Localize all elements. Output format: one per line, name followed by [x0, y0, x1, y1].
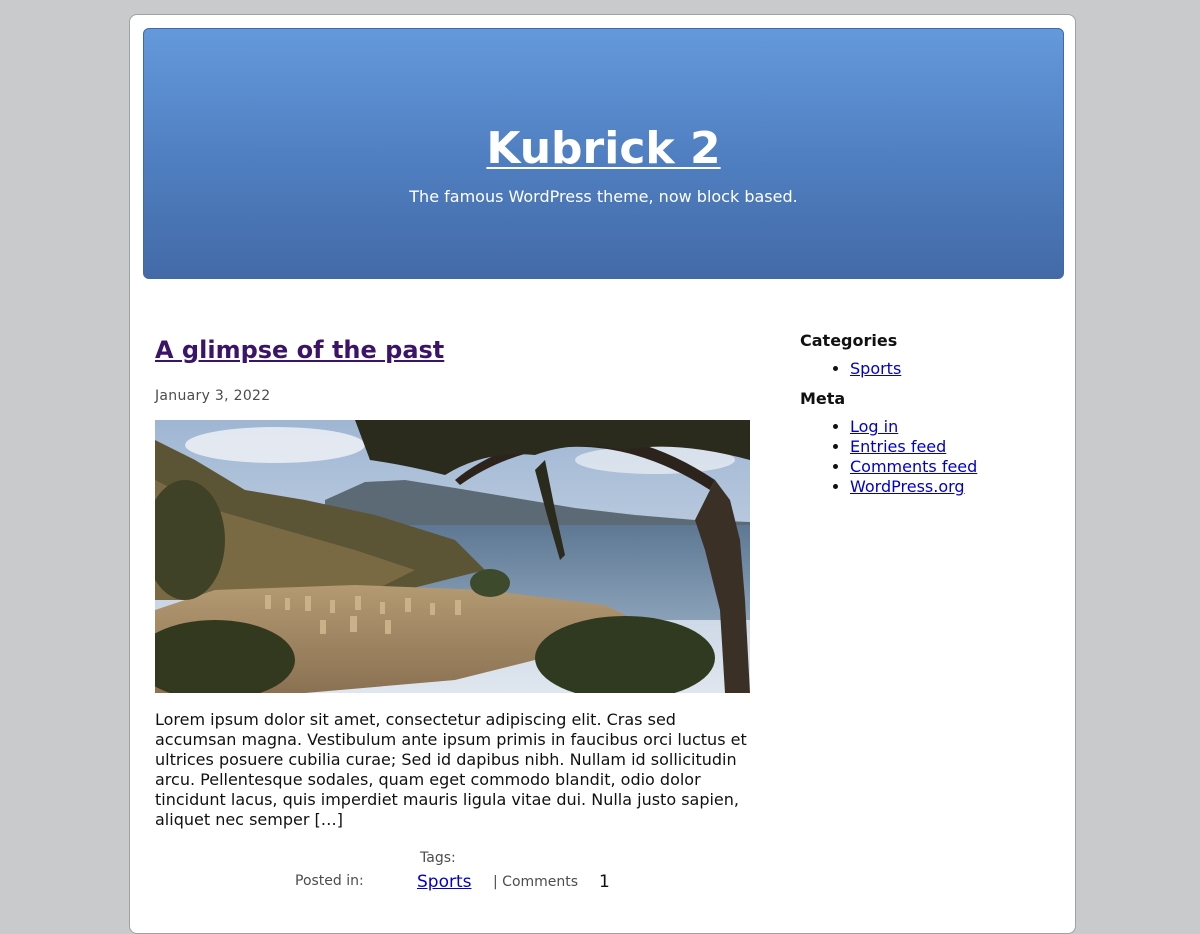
meta-link-wordpress-org[interactable]: WordPress.org: [850, 477, 965, 496]
site-header: Kubrick 2 The famous WordPress theme, no…: [143, 28, 1064, 279]
categories-widget-title: Categories: [800, 331, 898, 350]
meta-link-comments-feed[interactable]: Comments feed: [850, 457, 977, 476]
comments-label: | Comments: [493, 874, 579, 890]
featured-image[interactable]: [155, 420, 750, 693]
page-container: Kubrick 2 The famous WordPress theme, no…: [129, 14, 1076, 934]
meta-widget-title: Meta: [800, 389, 846, 408]
categories-list: Sports: [800, 359, 1060, 379]
featured-image-landscape: [155, 420, 750, 693]
site-title: Kubrick 2: [144, 127, 1063, 171]
list-item: WordPress.org: [850, 477, 1060, 497]
posted-in-label: Posted in:: [295, 873, 364, 889]
list-item: Sports: [850, 359, 1060, 379]
list-item: Entries feed: [850, 437, 1060, 457]
category-link-sports[interactable]: Sports: [850, 359, 901, 378]
list-item: Comments feed: [850, 457, 1060, 477]
meta-link-entries-feed[interactable]: Entries feed: [850, 437, 946, 456]
tags-label: Tags:: [420, 850, 456, 866]
meta-list: Log in Entries feed Comments feed WordPr…: [800, 417, 1060, 497]
post-title-link[interactable]: A glimpse of the past: [155, 336, 444, 364]
comments-count[interactable]: 1: [599, 872, 610, 892]
meta-link-log-in[interactable]: Log in: [850, 417, 898, 436]
post-excerpt: Lorem ipsum dolor sit amet, consectetur …: [155, 710, 747, 829]
site-title-link[interactable]: Kubrick 2: [486, 123, 720, 174]
post-title: A glimpse of the past: [155, 338, 444, 362]
list-item: Log in: [850, 417, 1060, 437]
site-tagline: The famous WordPress theme, now block ba…: [409, 187, 798, 206]
post-date: January 3, 2022: [155, 388, 271, 404]
sidebar: Categories Sports Meta Log in Entries fe…: [800, 331, 1060, 507]
post-category-link[interactable]: Sports: [417, 872, 472, 892]
